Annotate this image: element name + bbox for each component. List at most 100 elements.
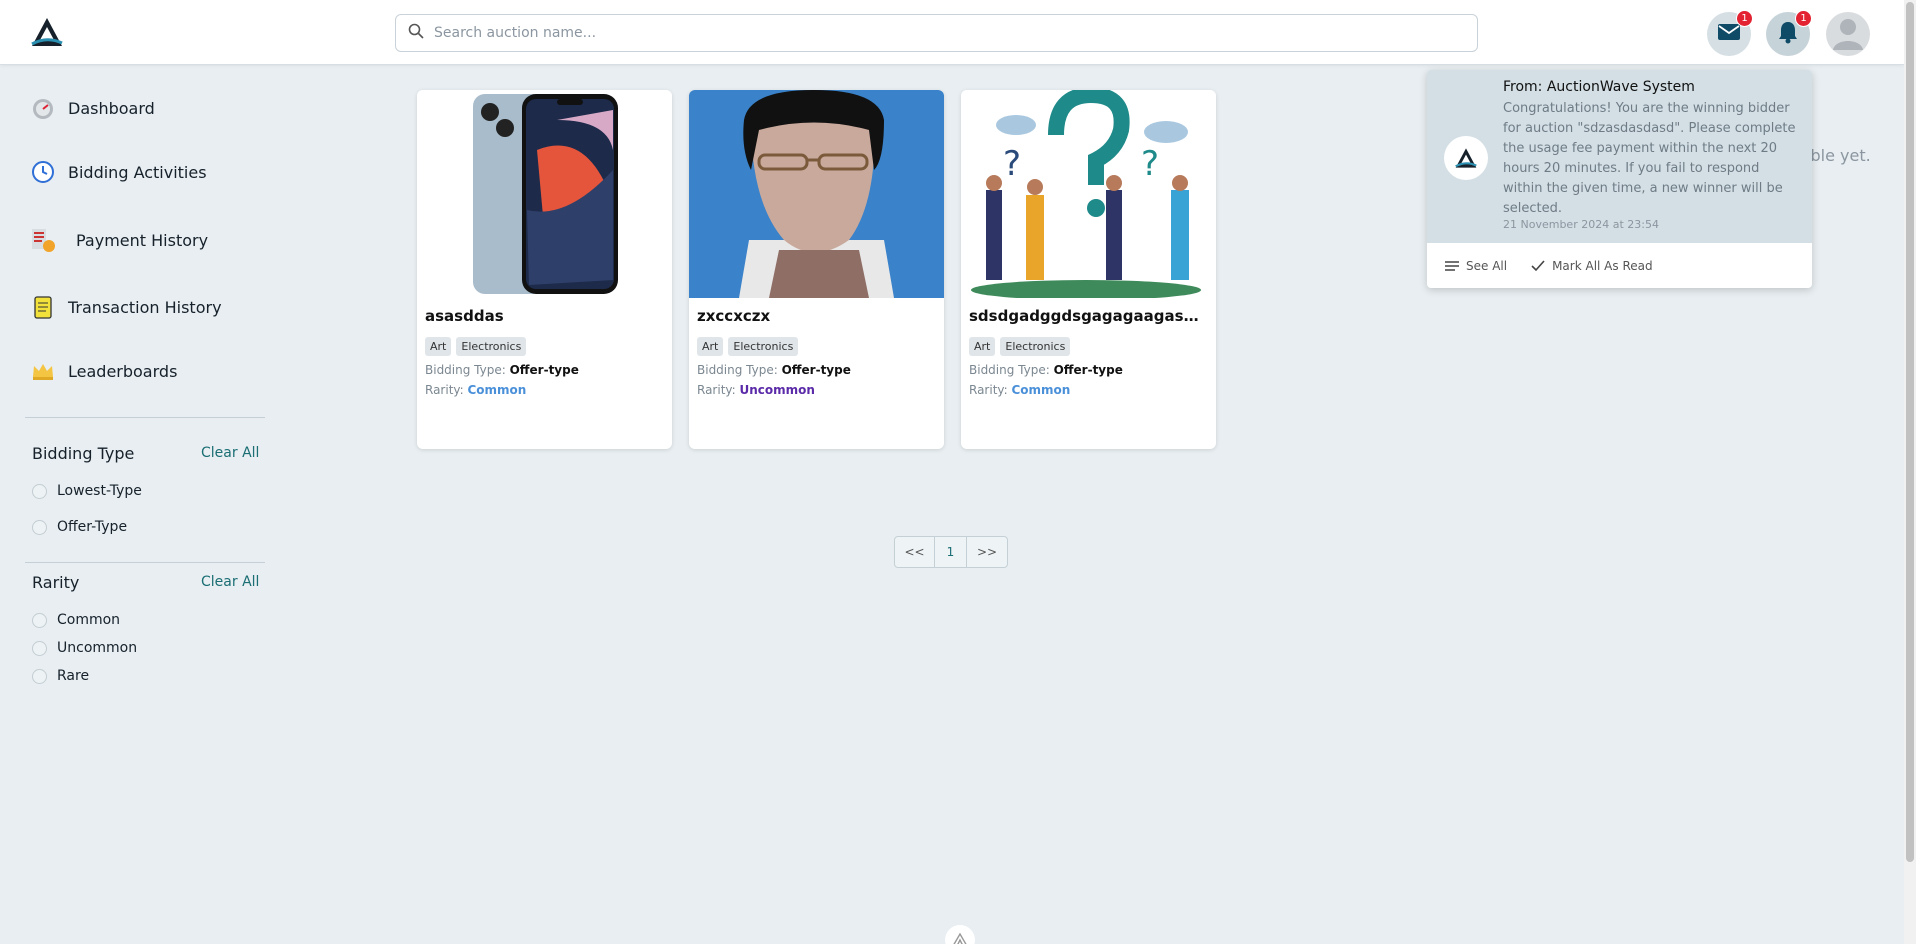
- crown-icon: [30, 358, 56, 384]
- bidding-type-label: Bidding Type:: [969, 363, 1050, 377]
- rarity-row: Rarity: Common: [969, 383, 1070, 397]
- notification-time: 21 November 2024 at 23:54: [1503, 218, 1659, 231]
- tag: Art: [969, 337, 996, 356]
- tag: Art: [425, 337, 452, 356]
- bidding-type-clear-all[interactable]: Clear All: [201, 445, 259, 461]
- sidebar-item-label: Bidding Activities: [68, 162, 207, 182]
- rarity-clear-all[interactable]: Clear All: [201, 574, 259, 590]
- search-input[interactable]: [434, 25, 1450, 41]
- auction-card[interactable]: zxccxczx Art Electronics Bidding Type: O…: [689, 90, 944, 449]
- notepad-icon: [30, 294, 56, 320]
- bidding-type-label: Bidding Type:: [425, 363, 506, 377]
- pagination-prev[interactable]: <<: [895, 537, 935, 567]
- mark-all-read-label: Mark All As Read: [1552, 258, 1653, 273]
- radio-rare[interactable]: Rare: [32, 668, 89, 684]
- sidebar-item-payment-history[interactable]: Payment History: [30, 227, 208, 253]
- svg-text:?: ?: [1141, 144, 1159, 184]
- radio-label: Uncommon: [57, 640, 138, 656]
- see-all-label: See All: [1466, 258, 1508, 273]
- sidebar-item-leaderboards[interactable]: Leaderboards: [30, 358, 177, 384]
- radio-common[interactable]: Common: [32, 612, 120, 628]
- pagination: << 1 >>: [894, 536, 1008, 568]
- svg-text:?: ?: [1003, 144, 1021, 184]
- radio-button[interactable]: [32, 612, 47, 628]
- notifications-button[interactable]: 1: [1766, 10, 1812, 56]
- bidding-type-value: Offer-type: [781, 363, 851, 377]
- radio-uncommon[interactable]: Uncommon: [32, 640, 137, 656]
- bidding-type-row: Bidding Type: Offer-type: [697, 363, 851, 377]
- radio-button[interactable]: [32, 519, 47, 535]
- notifications-badge: 1: [1795, 10, 1812, 27]
- bidding-type-row: Bidding Type: Offer-type: [425, 363, 579, 377]
- notification-footer: See All Mark All As Read: [1427, 243, 1812, 288]
- radio-button[interactable]: [32, 668, 47, 684]
- rarity-label: Rarity:: [969, 383, 1008, 397]
- radio-button[interactable]: [32, 640, 47, 656]
- auction-image-portrait[interactable]: [689, 90, 944, 298]
- list-icon: [1445, 260, 1459, 271]
- rarity-label: Rarity:: [425, 383, 464, 397]
- mail-icon: [1717, 22, 1741, 46]
- radio-button[interactable]: [32, 483, 47, 499]
- rarity-value: Common: [467, 383, 527, 397]
- tag-list: Art Electronics: [969, 337, 1071, 356]
- bidding-type-row: Bidding Type: Offer-type: [969, 363, 1123, 377]
- rarity-value: Uncommon: [739, 383, 815, 397]
- sidebar-item-dashboard[interactable]: Dashboard: [30, 95, 155, 121]
- sidebar-item-bidding-activities[interactable]: Bidding Activities: [30, 159, 207, 185]
- radio-label: Common: [57, 612, 121, 628]
- radio-label: Offer-Type: [57, 519, 128, 535]
- bell-icon: [1777, 20, 1799, 48]
- auction-title[interactable]: zxccxczx: [697, 307, 937, 325]
- tag-list: Art Electronics: [425, 337, 527, 356]
- sidebar-item-label: Transaction History: [68, 297, 222, 317]
- notification-sender: From: AuctionWave System: [1503, 79, 1695, 95]
- tag: Electronics: [1000, 337, 1071, 356]
- user-icon: [1826, 12, 1870, 56]
- receipt-coin-icon: [30, 227, 56, 253]
- auction-image-question-people[interactable]: ? ?: [961, 90, 1216, 298]
- radio-offer-type[interactable]: Offer-Type: [32, 519, 127, 535]
- auctionwave-logo[interactable]: [30, 16, 64, 48]
- tag-list: Art Electronics: [697, 337, 799, 356]
- auction-card[interactable]: asasddas Art Electronics Bidding Type: O…: [417, 90, 672, 449]
- scrollbar-thumb[interactable]: [1906, 2, 1914, 862]
- messages-button[interactable]: 1: [1707, 10, 1753, 56]
- radio-lowest-type[interactable]: Lowest-Type: [32, 483, 142, 499]
- radio-label: Rare: [57, 668, 90, 684]
- tag: Art: [697, 337, 724, 356]
- auction-title[interactable]: asasddas: [425, 307, 665, 325]
- footer-logo-icon: [945, 925, 975, 944]
- rarity-value: Common: [1011, 383, 1071, 397]
- auction-card[interactable]: ? ? sdsdgadggdsgagagaagasdgasd... Art El…: [961, 90, 1216, 449]
- sidebar-item-label: Leaderboards: [68, 361, 178, 381]
- tag: Electronics: [456, 337, 527, 356]
- user-avatar[interactable]: [1826, 12, 1870, 56]
- bidding-type-label: Bidding Type:: [697, 363, 778, 377]
- bidding-type-filter-title: Bidding Type: [32, 444, 135, 463]
- notification-message: Congratulations! You are the winning bid…: [1503, 101, 1796, 216]
- rarity-row: Rarity: Common: [425, 383, 526, 397]
- pagination-page[interactable]: 1: [935, 537, 967, 567]
- mark-all-read-button[interactable]: Mark All As Read: [1531, 259, 1653, 273]
- pagination-next[interactable]: >>: [967, 537, 1007, 567]
- scrollbar[interactable]: [1904, 0, 1916, 944]
- top-header: 1 1: [0, 0, 1904, 65]
- sidebar-item-transaction-history[interactable]: Transaction History: [30, 294, 222, 320]
- system-avatar-icon: [1444, 136, 1488, 180]
- notification-item[interactable]: From: AuctionWave System Congratulations…: [1427, 70, 1812, 243]
- rarity-label: Rarity:: [697, 383, 736, 397]
- sidebar-item-label: Dashboard: [68, 98, 155, 118]
- divider: [25, 417, 265, 418]
- speedometer-icon: [30, 95, 56, 121]
- search-bar[interactable]: [395, 14, 1478, 52]
- rarity-row: Rarity: Uncommon: [697, 383, 815, 397]
- messages-badge: 1: [1736, 10, 1753, 27]
- see-all-button[interactable]: See All: [1445, 259, 1507, 273]
- auction-image-phone[interactable]: [417, 90, 672, 298]
- tag: Electronics: [728, 337, 799, 356]
- notification-dropdown: From: AuctionWave System Congratulations…: [1427, 70, 1812, 288]
- auction-title[interactable]: sdsdgadggdsgagagaagasdgasd...: [969, 307, 1209, 325]
- check-icon: [1531, 259, 1545, 271]
- bidding-type-value: Offer-type: [509, 363, 579, 377]
